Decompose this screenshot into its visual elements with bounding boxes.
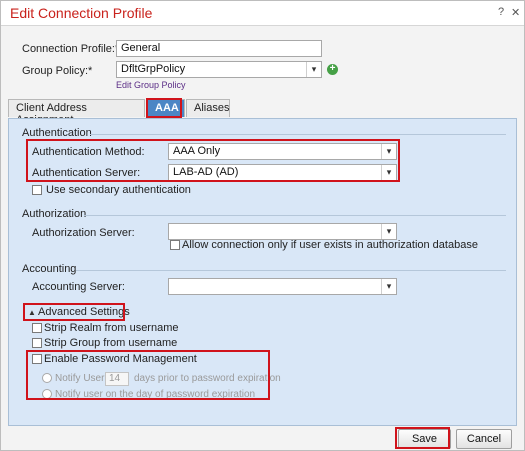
group-policy-select[interactable]: DfltGrpPolicy ▾	[116, 61, 322, 78]
group-policy-value: DfltGrpPolicy	[121, 63, 186, 75]
edit-group-policy-link[interactable]: Edit Group Policy	[116, 80, 186, 90]
authentication-divider	[90, 134, 506, 135]
tab-aaa-highlight	[146, 98, 182, 118]
accounting-server-label: Accounting Server:	[32, 281, 125, 293]
accounting-section-title: Accounting	[22, 263, 77, 275]
accounting-divider	[76, 270, 506, 271]
secondary-authentication-label: Use secondary authentication	[46, 184, 191, 196]
authorization-only-if-exists-label: Allow connection only if user exists in …	[182, 239, 478, 251]
dialog-title: Edit Connection Profile	[10, 5, 153, 21]
authorization-section-title: Authorization	[22, 208, 87, 220]
authentication-highlight	[26, 139, 400, 182]
cancel-button[interactable]: Cancel	[456, 429, 512, 449]
secondary-authentication-checkbox[interactable]	[32, 185, 42, 195]
authorization-server-label: Authorization Server:	[32, 227, 135, 239]
title-bar: Edit Connection Profile ? ✕	[1, 1, 524, 26]
advanced-settings-highlight	[23, 303, 125, 321]
tab-client-address-assignment[interactable]: Client Address Assignment	[8, 99, 145, 126]
chevron-down-icon: ▾	[306, 62, 321, 77]
password-management-highlight	[26, 350, 270, 400]
authorization-divider	[84, 215, 506, 216]
strip-group-checkbox[interactable]	[32, 338, 42, 348]
save-button-highlight	[395, 427, 450, 449]
strip-group-label: Strip Group from username	[44, 337, 178, 349]
authorization-server-select[interactable]: ▾	[168, 223, 397, 240]
group-policy-label: Group Policy:*	[22, 65, 93, 77]
help-icon[interactable]: ?	[498, 6, 504, 18]
authentication-section-title: Authentication	[22, 127, 92, 139]
chevron-down-icon: ▾	[381, 224, 396, 239]
strip-realm-label: Strip Realm from username	[44, 322, 179, 334]
tab-aliases[interactable]: Aliases	[186, 99, 230, 117]
add-group-policy-icon[interactable]: +	[327, 64, 338, 75]
accounting-server-select[interactable]: ▾	[168, 278, 397, 295]
close-icon[interactable]: ✕	[511, 6, 520, 19]
chevron-down-icon: ▾	[381, 279, 396, 294]
edit-connection-profile-dialog: Edit Connection Profile ? ✕ Connection P…	[0, 0, 525, 451]
authorization-only-if-exists-checkbox[interactable]	[170, 240, 180, 250]
connection-profile-input[interactable]: General	[116, 40, 322, 57]
connection-profile-label: Connection Profile:*	[22, 43, 120, 55]
strip-realm-checkbox[interactable]	[32, 323, 42, 333]
